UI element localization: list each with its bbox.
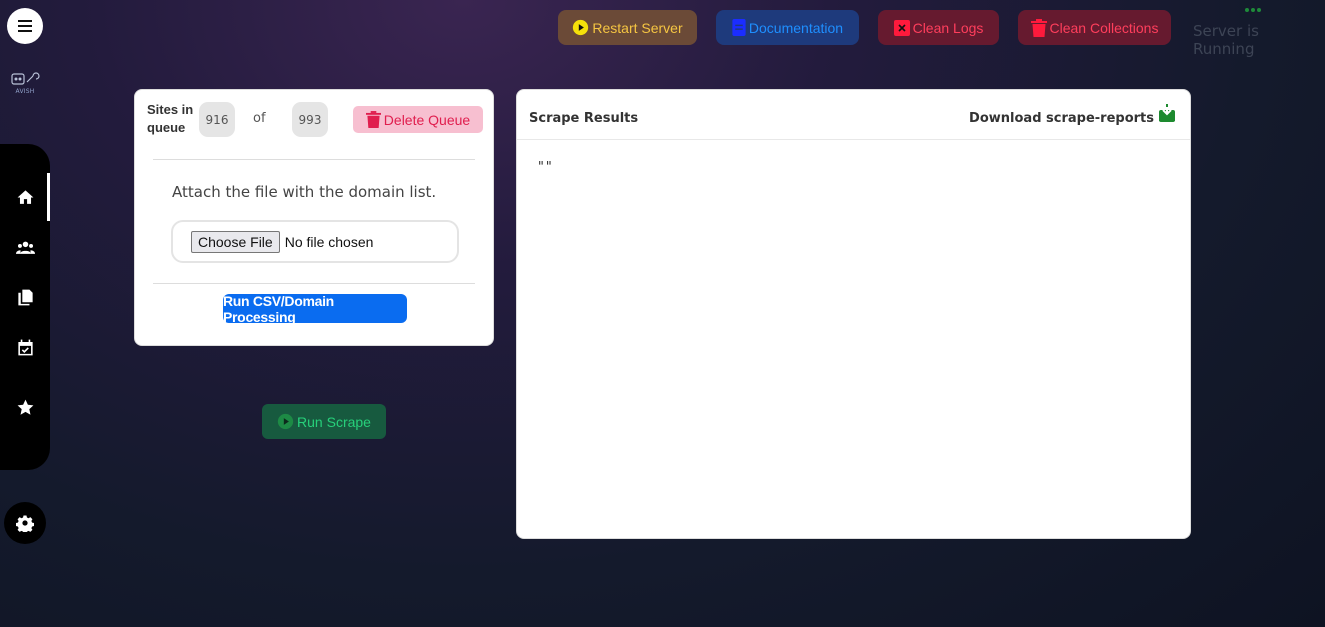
scrape-results-panel: Scrape Results Download scrape-reports "… bbox=[516, 89, 1191, 539]
queue-total-count: 993 bbox=[292, 102, 328, 137]
status-indicator-icon bbox=[1245, 8, 1261, 12]
trash-icon bbox=[365, 111, 381, 128]
queue-current-count: 916 bbox=[199, 102, 235, 137]
sidebar-item-documents[interactable] bbox=[0, 273, 50, 321]
sidebar-item-users[interactable] bbox=[0, 223, 50, 271]
clean-collections-button[interactable]: Clean Collections bbox=[1018, 10, 1171, 45]
download-reports-link[interactable]: Download scrape-reports bbox=[969, 111, 1154, 126]
logo-text: AVISH bbox=[15, 88, 35, 95]
gear-icon bbox=[16, 515, 34, 532]
sidebar bbox=[0, 144, 50, 470]
documentation-button[interactable]: Documentation bbox=[716, 10, 859, 45]
settings-button[interactable] bbox=[4, 502, 46, 544]
menu-toggle-button[interactable] bbox=[7, 8, 43, 44]
clean-logs-button[interactable]: Clean Logs bbox=[878, 10, 999, 45]
play-circle-icon bbox=[277, 413, 294, 430]
divider bbox=[153, 159, 475, 160]
restart-server-button[interactable]: Restart Server bbox=[558, 10, 697, 45]
no-file-chosen-text: No file chosen bbox=[284, 233, 374, 250]
queue-label: Sites in queue bbox=[147, 102, 194, 135]
queue-panel: Sites in queue 916 of 993 Delete Queue A… bbox=[134, 89, 494, 346]
run-scrape-button[interactable]: Run Scrape bbox=[262, 404, 386, 439]
sidebar-item-calendar[interactable] bbox=[0, 323, 50, 371]
logo: AVISH bbox=[9, 70, 41, 100]
clean-collections-label: Clean Collections bbox=[1049, 19, 1159, 36]
run-csv-processing-button[interactable]: Run CSV/Domain Processing bbox=[223, 293, 407, 325]
results-title: Scrape Results bbox=[529, 111, 639, 126]
document-icon bbox=[732, 19, 746, 36]
home-icon bbox=[17, 189, 33, 204]
robot-logo-icon bbox=[11, 72, 40, 85]
delete-queue-button[interactable]: Delete Queue bbox=[353, 106, 483, 133]
file-input[interactable]: Choose File No file chosen bbox=[171, 220, 459, 263]
server-status-text: Server is Running bbox=[1193, 22, 1259, 58]
divider bbox=[153, 283, 475, 284]
attach-file-label: Attach the file with the domain list. bbox=[172, 183, 437, 201]
results-content: "" bbox=[537, 160, 553, 175]
trash-icon bbox=[1030, 18, 1047, 37]
users-icon bbox=[15, 241, 35, 254]
calendar-check-icon bbox=[17, 339, 33, 355]
queue-of-text: of bbox=[253, 111, 266, 126]
delete-queue-label: Delete Queue bbox=[383, 111, 471, 128]
clean-logs-label: Clean Logs bbox=[912, 19, 984, 36]
sidebar-item-home[interactable] bbox=[0, 173, 50, 221]
choose-file-button[interactable]: Choose File bbox=[191, 230, 280, 253]
documentation-label: Documentation bbox=[748, 19, 844, 36]
restart-server-label: Restart Server bbox=[592, 19, 683, 36]
sidebar-item-favorites[interactable] bbox=[0, 383, 50, 431]
star-icon bbox=[17, 399, 33, 415]
close-square-icon bbox=[893, 19, 910, 36]
run-scrape-label: Run Scrape bbox=[297, 413, 371, 430]
download-icon[interactable] bbox=[1158, 104, 1176, 122]
hamburger-icon bbox=[18, 20, 32, 32]
copy-icon bbox=[17, 289, 33, 305]
play-circle-icon bbox=[572, 19, 589, 36]
results-header: Scrape Results Download scrape-reports bbox=[517, 90, 1190, 140]
